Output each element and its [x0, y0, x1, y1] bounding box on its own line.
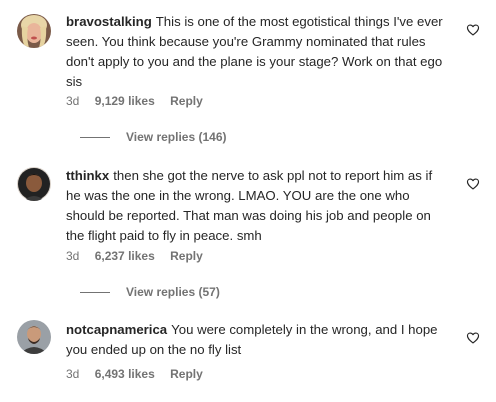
avatar[interactable]	[17, 167, 51, 201]
comment-meta: 3d 9,129 likes Reply	[66, 94, 215, 108]
avatar[interactable]	[17, 320, 51, 354]
comment-text: tthinkx then she got the nerve to ask ppl…	[66, 166, 444, 246]
heart-outline-icon[interactable]	[466, 177, 480, 191]
heart-outline-icon[interactable]	[466, 23, 480, 37]
view-replies-label: View replies (146)	[126, 130, 227, 144]
reply-button[interactable]: Reply	[170, 367, 203, 381]
comment-meta: 3d 6,237 likes Reply	[66, 249, 215, 263]
comment-text: notcapnamerica You were completely in the…	[66, 320, 444, 360]
divider-line	[80, 136, 110, 138]
comment-time: 3d	[66, 249, 80, 263]
reply-button[interactable]: Reply	[170, 94, 203, 108]
like-count[interactable]: 9,129 likes	[95, 94, 155, 108]
comment-text: bravostalking This is one of the most ego…	[66, 12, 444, 92]
view-replies-button[interactable]: View replies (57)	[66, 285, 220, 299]
username[interactable]: bravostalking	[66, 14, 152, 29]
comments-list: bravostalking This is one of the most ego…	[0, 0, 496, 402]
comment-time: 3d	[66, 367, 80, 381]
comment-time: 3d	[66, 94, 80, 108]
username[interactable]: tthinkx	[66, 168, 109, 183]
view-replies-label: View replies (57)	[126, 285, 220, 299]
avatar[interactable]	[17, 14, 51, 48]
comment-body: then she got the nerve to ask ppl not to…	[66, 168, 433, 243]
reply-button[interactable]: Reply	[170, 249, 203, 263]
view-replies-button[interactable]: View replies (146)	[66, 130, 227, 144]
heart-outline-icon[interactable]	[466, 331, 480, 345]
comment-meta: 3d 6,493 likes Reply	[66, 367, 215, 381]
like-count[interactable]: 6,493 likes	[95, 367, 155, 381]
username[interactable]: notcapnamerica	[66, 322, 167, 337]
divider-line	[80, 291, 110, 293]
like-count[interactable]: 6,237 likes	[95, 249, 155, 263]
